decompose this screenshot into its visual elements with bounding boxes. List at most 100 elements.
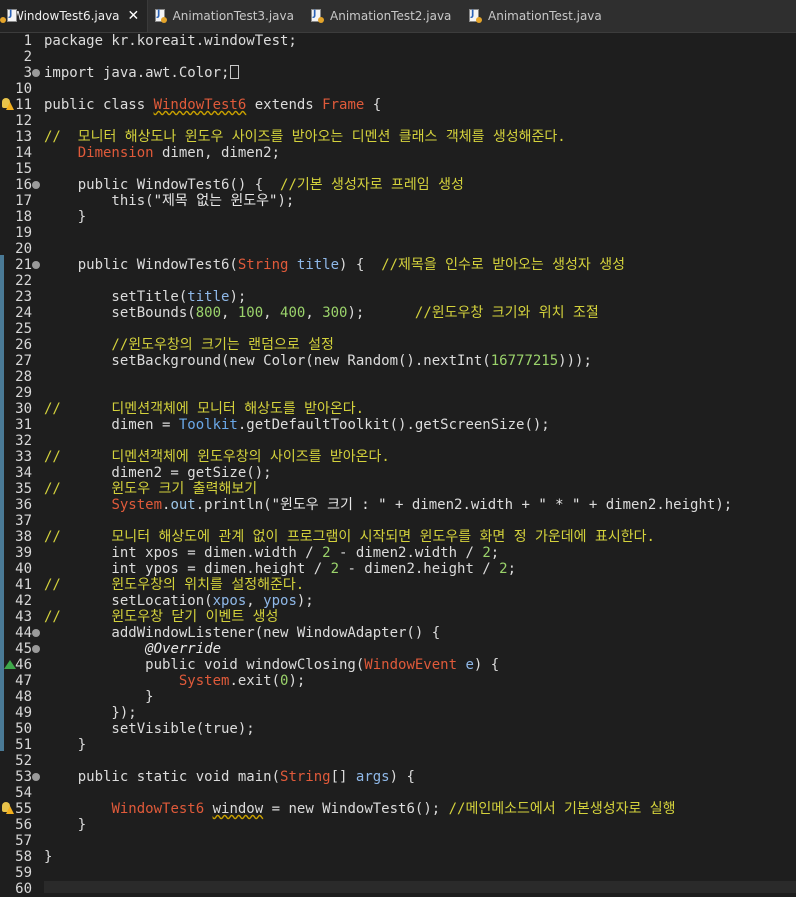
fold-toggle-icon[interactable]	[32, 773, 40, 781]
line-number: 56	[15, 817, 32, 833]
code-line[interactable]: 44 addWindowListener(new WindowAdapter()…	[0, 625, 796, 641]
code-line[interactable]: 54	[0, 785, 796, 801]
code-line[interactable]: 50 setVisible(true);	[0, 721, 796, 737]
code-line[interactable]: 37	[0, 513, 796, 529]
override-marker-icon	[4, 660, 16, 669]
code-line[interactable]: 46 public void windowClosing(WindowEvent…	[0, 657, 796, 673]
code-token: 800	[195, 305, 222, 321]
code-line[interactable]: 35 // 윈도우 크기 출력해보기	[0, 481, 796, 497]
fold-toggle-icon[interactable]	[32, 69, 40, 77]
collapsed-imports-icon[interactable]	[230, 65, 240, 79]
code-line[interactable]: 43 // 윈도우창 닫기 이벤트 생성	[0, 609, 796, 625]
java-file-icon: J	[154, 9, 167, 23]
code-line[interactable]: 10	[0, 81, 796, 97]
code-token: }	[44, 737, 87, 753]
code-line[interactable]: 27 setBackground(new Color(new Random().…	[0, 353, 796, 369]
code-line[interactable]: 28	[0, 369, 796, 385]
fold-toggle-icon[interactable]	[32, 629, 40, 637]
line-number: 57	[15, 833, 32, 849]
code-line[interactable]: 23 setTitle(title);	[0, 289, 796, 305]
code-line[interactable]: 39 int xpos = dimen.width / 2 - dimen2.w…	[0, 545, 796, 561]
code-text: System.exit(0);	[44, 673, 305, 689]
line-number: 41	[15, 577, 32, 593]
code-token: }	[44, 689, 154, 705]
code-line[interactable]: 29	[0, 385, 796, 401]
code-line[interactable]: 45 @Override	[0, 641, 796, 657]
code-line[interactable]: 53 public static void main(String[] args…	[0, 769, 796, 785]
code-line[interactable]: 51 }	[0, 737, 796, 753]
code-line[interactable]: 11 public class WindowTest6 extends Frame…	[0, 97, 796, 113]
tab-animationtest-java[interactable]: J AnimationTest.java	[462, 0, 612, 32]
code-token: dimen =	[44, 417, 179, 433]
fold-toggle-icon[interactable]	[32, 181, 40, 189]
code-line[interactable]: 12	[0, 113, 796, 129]
code-line[interactable]: 13 // 모니터 해상도나 윈도우 사이즈를 받아오는 디멘션 클래스 객체를 …	[0, 129, 796, 145]
code-line[interactable]: 20	[0, 241, 796, 257]
code-editor[interactable]: 1 package kr.koreait.windowTest; 2 3 import …	[0, 33, 796, 897]
code-text: int ypos = dimen.height / 2 - dimen2.hei…	[44, 561, 516, 577]
code-line[interactable]: 25	[0, 321, 796, 337]
code-token: dimen, dimen2;	[153, 145, 281, 161]
code-line[interactable]: 48 }	[0, 689, 796, 705]
code-line[interactable]: 47 System.exit(0);	[0, 673, 796, 689]
code-line[interactable]: 56 }	[0, 817, 796, 833]
code-line[interactable]: 24 setBounds(800, 100, 400, 300); //윈도우창…	[0, 305, 796, 321]
code-line[interactable]: 49 });	[0, 705, 796, 721]
code-text: @Override	[44, 641, 221, 657]
code-token: {	[364, 97, 382, 113]
code-line[interactable]: 31 dimen = Toolkit.getDefaultToolkit().g…	[0, 417, 796, 433]
code-line[interactable]: 60	[0, 881, 796, 897]
code-line[interactable]: 16 public WindowTest6() { //기본 생성자로 프레임 …	[0, 177, 796, 193]
code-line[interactable]: 15	[0, 161, 796, 177]
line-number: 38	[15, 529, 32, 545]
code-token: // 윈도우창의 위치를 설정해준다.	[44, 577, 305, 593]
code-line[interactable]: 17 this("제목 없는 윈도우");	[0, 193, 796, 209]
code-token: );	[277, 193, 295, 209]
warning-bulb-icon[interactable]	[2, 98, 14, 111]
close-tab-icon[interactable]: ✕	[128, 8, 140, 24]
code-line[interactable]: 3 import java.awt.Color;	[0, 65, 796, 81]
code-token: WindowTest6	[111, 801, 205, 817]
code-line[interactable]: 30 // 디멘션객체에 모니터 해상도를 받아온다.	[0, 401, 796, 417]
code-token: String	[237, 257, 289, 273]
code-token: out	[170, 497, 196, 513]
fold-toggle-icon[interactable]	[32, 261, 40, 269]
code-line[interactable]: 58}	[0, 849, 796, 865]
tab-animationtest2-java[interactable]: J AnimationTest2.java	[304, 0, 462, 32]
code-line[interactable]: 41 // 윈도우창의 위치를 설정해준다.	[0, 577, 796, 593]
line-number: 42	[15, 593, 32, 609]
code-token: xpos	[212, 593, 247, 609]
line-number: 33	[15, 449, 32, 465]
code-line[interactable]: 42 setLocation(xpos, ypos);	[0, 593, 796, 609]
code-line[interactable]: 36 System.out.println("윈도우 크기 : " + dime…	[0, 497, 796, 513]
code-line[interactable]: 32	[0, 433, 796, 449]
code-line[interactable]: 59	[0, 865, 796, 881]
code-line[interactable]: 2	[0, 49, 796, 65]
tab-windowtest6-java[interactable]: J WindowTest6.java ✕	[0, 0, 148, 32]
code-line[interactable]: 34 dimen2 = getSize();	[0, 465, 796, 481]
tab-animationtest3-java[interactable]: J AnimationTest3.java	[148, 0, 304, 32]
code-line[interactable]: 55 WindowTest6 window = new WindowTest6(…	[0, 801, 796, 817]
code-line[interactable]: 52	[0, 753, 796, 769]
code-line[interactable]: 1 package kr.koreait.windowTest;	[0, 33, 796, 49]
code-line[interactable]: 14 Dimension dimen, dimen2;	[0, 145, 796, 161]
code-line[interactable]: 40 int ypos = dimen.height / 2 - dimen2.…	[0, 561, 796, 577]
code-line[interactable]: 57	[0, 833, 796, 849]
fold-toggle-icon[interactable]	[32, 645, 40, 653]
line-number: 19	[15, 225, 32, 241]
code-text: }	[44, 209, 86, 225]
code-line[interactable]: 38 // 모니터 해상도에 관계 없이 프로그램이 시작되면 윈도우를 화면 정…	[0, 529, 796, 545]
code-line[interactable]: 21 public WindowTest6(String title) { //…	[0, 257, 796, 273]
code-token: // 윈도우창 닫기 이벤트 생성	[44, 609, 279, 625]
code-token: // 디멘션객체에 윈도우창의 사이즈를 받아온다.	[44, 449, 390, 465]
code-line[interactable]: 19	[0, 225, 796, 241]
code-token: ,	[305, 305, 323, 321]
code-token: public class	[44, 97, 154, 113]
warning-bulb-icon[interactable]	[2, 802, 14, 815]
code-line[interactable]: 18 }	[0, 209, 796, 225]
code-line[interactable]: 26 //윈도우창의 크기는 랜덤으로 설정	[0, 337, 796, 353]
code-text: // 모니터 해상도에 관계 없이 프로그램이 시작되면 윈도우를 화면 정 가…	[44, 529, 655, 545]
code-line[interactable]: 33 // 디멘션객체에 윈도우창의 사이즈를 받아온다.	[0, 449, 796, 465]
code-line[interactable]: 22	[0, 273, 796, 289]
code-token: setVisible(true);	[44, 721, 255, 737]
